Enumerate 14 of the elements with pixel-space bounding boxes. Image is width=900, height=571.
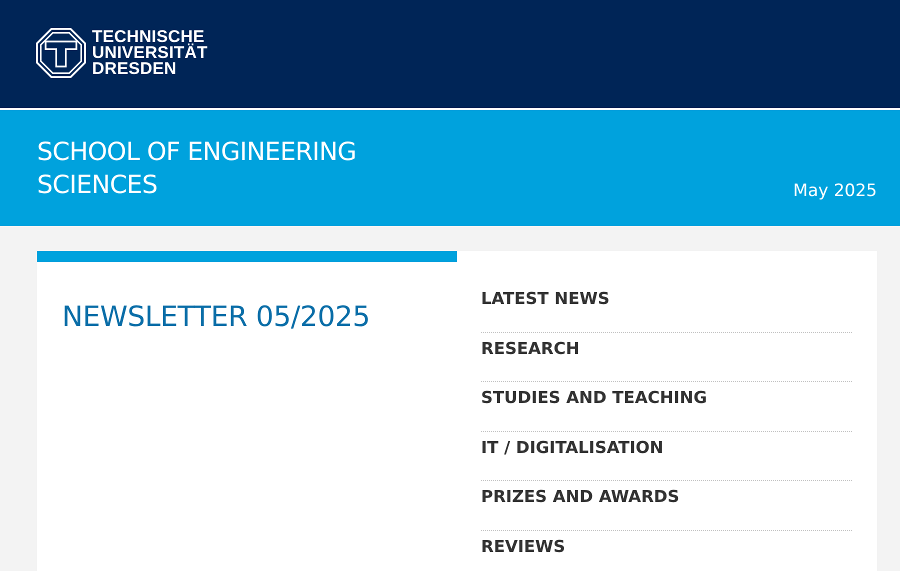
issue-date: May 2025: [793, 181, 877, 201]
menu-link[interactable]: PRIZES AND AWARDS: [481, 482, 852, 530]
logo-text: UNIVERSITÄT: [92, 45, 208, 61]
menu-link[interactable]: STUDIES AND TEACHING: [481, 383, 852, 432]
menu-link[interactable]: REVIEWS: [481, 532, 852, 571]
menu-link[interactable]: LATEST NEWS: [481, 284, 852, 332]
menu-link[interactable]: IT / DIGITALISATION: [481, 432, 852, 481]
university-logo[interactable]: TECHNISCHE UNIVERSITÄT DRESDEN: [0, 0, 208, 78]
octagon-logo-icon: [36, 28, 86, 78]
menu-link[interactable]: RESEARCH: [481, 334, 852, 382]
school-title: SCHOOL OF ENGINEERING SCIENCES: [37, 136, 358, 201]
newsletter-title: NEWSLETTER 05/2025: [61, 299, 372, 333]
logo-text: TECHNISCHE: [92, 29, 205, 45]
logo-text: DRESDEN: [92, 61, 178, 77]
